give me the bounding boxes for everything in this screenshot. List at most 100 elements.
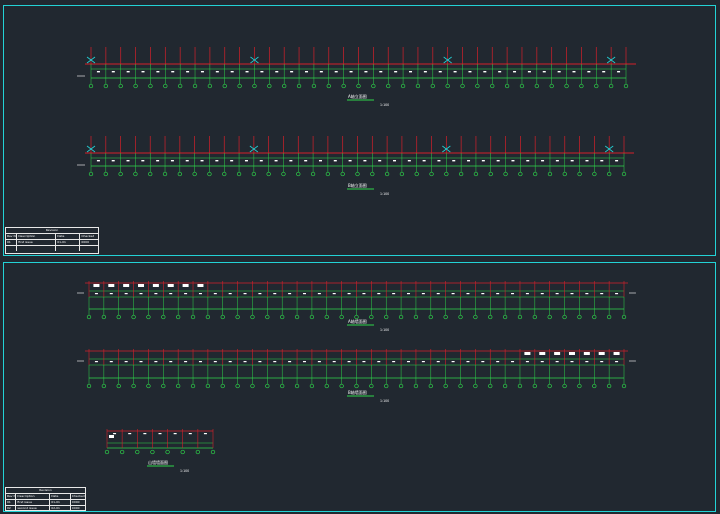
- panel-tag: [169, 361, 173, 363]
- girt-tag: [260, 71, 264, 73]
- table-cell: 01-01: [56, 240, 81, 245]
- girt-tag: [289, 160, 293, 162]
- grid-bubble: [400, 83, 406, 89]
- grid-bubble: [131, 314, 136, 320]
- panel-tag: [213, 293, 217, 295]
- grid-bubble: [413, 383, 419, 389]
- panel-tag: [228, 293, 232, 295]
- grid-bubble: [430, 83, 435, 89]
- girt-tag: [200, 160, 204, 162]
- grid-bubble: [104, 449, 110, 455]
- grid-bubble: [251, 171, 257, 177]
- girt-tag: [394, 71, 398, 73]
- grid-bubble: [579, 83, 584, 89]
- grid-bubble: [190, 314, 196, 320]
- girt-tag: [364, 71, 368, 73]
- girt-tag: [96, 71, 100, 73]
- panel-tag: [258, 293, 262, 295]
- grid-bubble: [220, 314, 225, 320]
- girt-tag: [378, 160, 382, 162]
- panel-tag: [139, 293, 143, 295]
- grid-bubble: [192, 171, 197, 177]
- grid-bubble: [339, 314, 344, 320]
- opening-tag: [583, 352, 590, 355]
- grid-bubble: [384, 314, 389, 320]
- panel-tag: [124, 293, 128, 295]
- girt-tag: [570, 160, 574, 162]
- girt-tag: [215, 71, 219, 73]
- grid-bubble: [475, 83, 480, 89]
- elevation-drawing-top: A轴立面图 1:100 B轴立面图 1:100: [77, 47, 636, 196]
- panel-tag: [124, 361, 128, 363]
- girt-tag: [333, 160, 337, 162]
- opening-tag: [568, 352, 575, 355]
- panel-tag: [228, 361, 232, 363]
- grid-bubble: [207, 171, 212, 177]
- panel-tag: [109, 293, 113, 295]
- grid-bubble: [384, 171, 390, 177]
- grid-bubble: [210, 449, 216, 455]
- grid-bubble: [606, 314, 612, 320]
- opening-tag: [152, 284, 159, 287]
- panel-tag: [377, 293, 381, 295]
- header-cell: Checked: [81, 234, 95, 238]
- header-cell: Date: [56, 234, 81, 239]
- grid-bubble: [296, 171, 301, 177]
- panel-tag: [139, 361, 143, 363]
- panel-tag: [600, 361, 604, 363]
- girt-tag: [170, 160, 174, 162]
- grid-bubble: [621, 383, 627, 389]
- girt-tag: [572, 71, 576, 73]
- gable-wall-title: 山墙墙面图: [148, 459, 168, 465]
- girt-tag: [171, 71, 175, 73]
- panel-tag: [615, 361, 619, 363]
- panel-tag: [213, 361, 217, 363]
- panel-tag: [317, 361, 321, 363]
- header-cell: Checked: [71, 494, 85, 498]
- panel-tag: [585, 361, 589, 363]
- panel-tag: [258, 361, 262, 363]
- girt-tag: [453, 71, 457, 73]
- girt-tag: [111, 71, 115, 73]
- drawing-sheet-top: A轴立面图 1:100 B轴立面图 1:100 Revision Rev No. De…: [3, 5, 716, 256]
- header-cell: Date: [50, 494, 71, 499]
- panel-tag: [94, 293, 98, 295]
- panel-tag: [94, 361, 98, 363]
- panel-tag: [184, 293, 188, 295]
- view-b-wall-scale: 1:100: [380, 399, 389, 403]
- panel-tag: [525, 361, 529, 363]
- grid-bubble: [280, 314, 285, 320]
- girt-tag: [348, 160, 352, 162]
- grid-bubble: [88, 171, 94, 177]
- panel-tag: [198, 293, 202, 295]
- grid-bubble: [207, 83, 213, 89]
- grid-bubble: [101, 314, 107, 320]
- grid-bubble: [623, 83, 629, 89]
- grid-bubble: [148, 83, 153, 89]
- opening-tag: [138, 284, 145, 287]
- panel-tag: [525, 293, 529, 295]
- panel-tag: [466, 361, 470, 363]
- girt-tag: [200, 71, 204, 73]
- girt-tag: [452, 160, 456, 162]
- girt-tag: [111, 160, 115, 162]
- girt-tag: [483, 71, 487, 73]
- grid-bubble: [517, 383, 523, 389]
- grid-bubble: [326, 83, 331, 89]
- grid-bubble: [458, 383, 463, 389]
- grid-bubble: [101, 383, 107, 389]
- header-cell: Rev No.: [7, 494, 17, 499]
- girt-tag: [215, 160, 219, 162]
- grid-bubble: [309, 383, 315, 389]
- grid-bubble: [592, 314, 597, 320]
- grid-bubble: [118, 83, 123, 89]
- panel-tag: [158, 433, 162, 435]
- panel-tag: [143, 433, 147, 435]
- girt-tag: [274, 160, 278, 162]
- opening-tag: [613, 352, 620, 355]
- grid-bubble: [190, 383, 196, 389]
- grid-bubble: [324, 314, 329, 320]
- grid-bubble: [608, 83, 614, 89]
- girt-tag: [379, 71, 383, 73]
- grid-bubble: [146, 383, 151, 389]
